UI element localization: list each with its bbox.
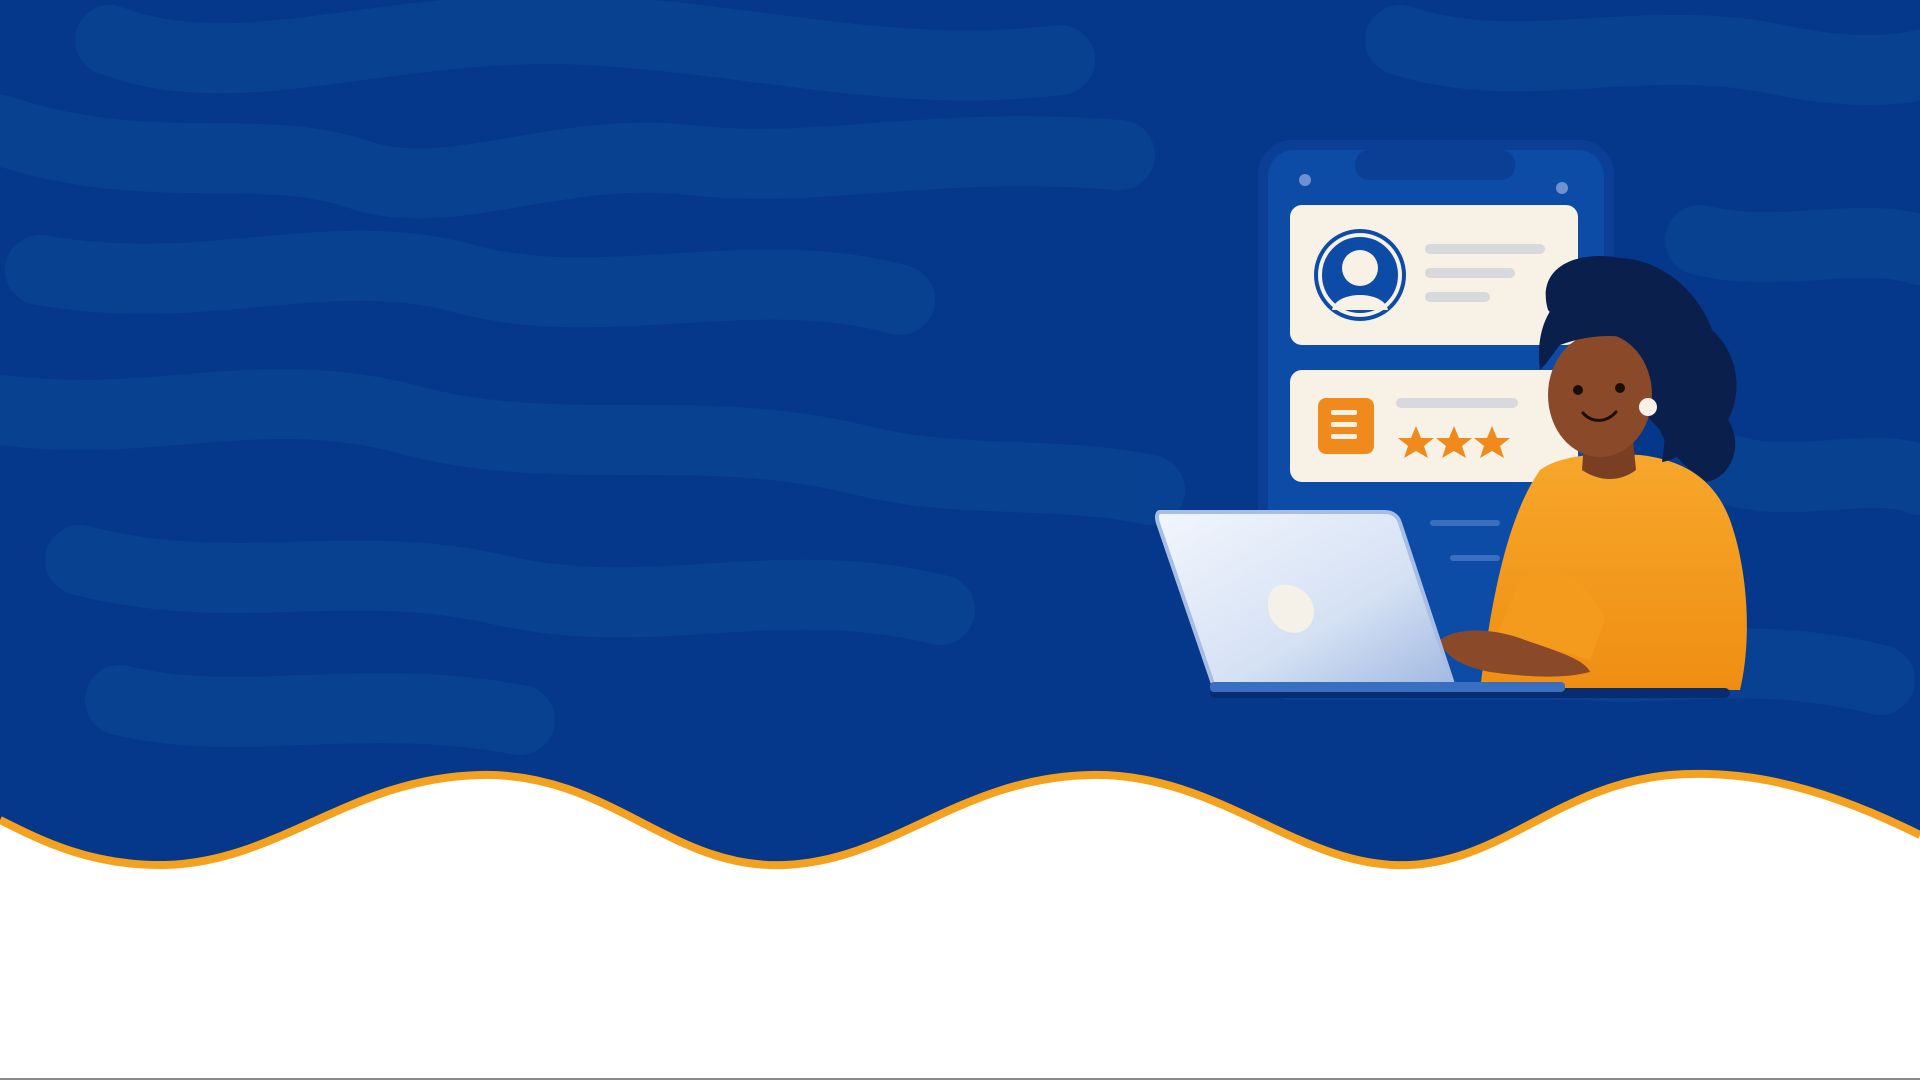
- user-avatar-icon: [1314, 229, 1406, 321]
- profile-card: [1290, 205, 1578, 345]
- face: [1548, 333, 1652, 457]
- earring: [1639, 398, 1657, 416]
- eye-right: [1615, 383, 1625, 393]
- document-icon: [1318, 398, 1374, 454]
- hero-illustration: [0, 0, 1920, 870]
- hero-banner: [0, 0, 1920, 1080]
- rating-card: [1290, 370, 1578, 482]
- laptop-base: [1210, 682, 1565, 692]
- eye-left: [1573, 385, 1583, 395]
